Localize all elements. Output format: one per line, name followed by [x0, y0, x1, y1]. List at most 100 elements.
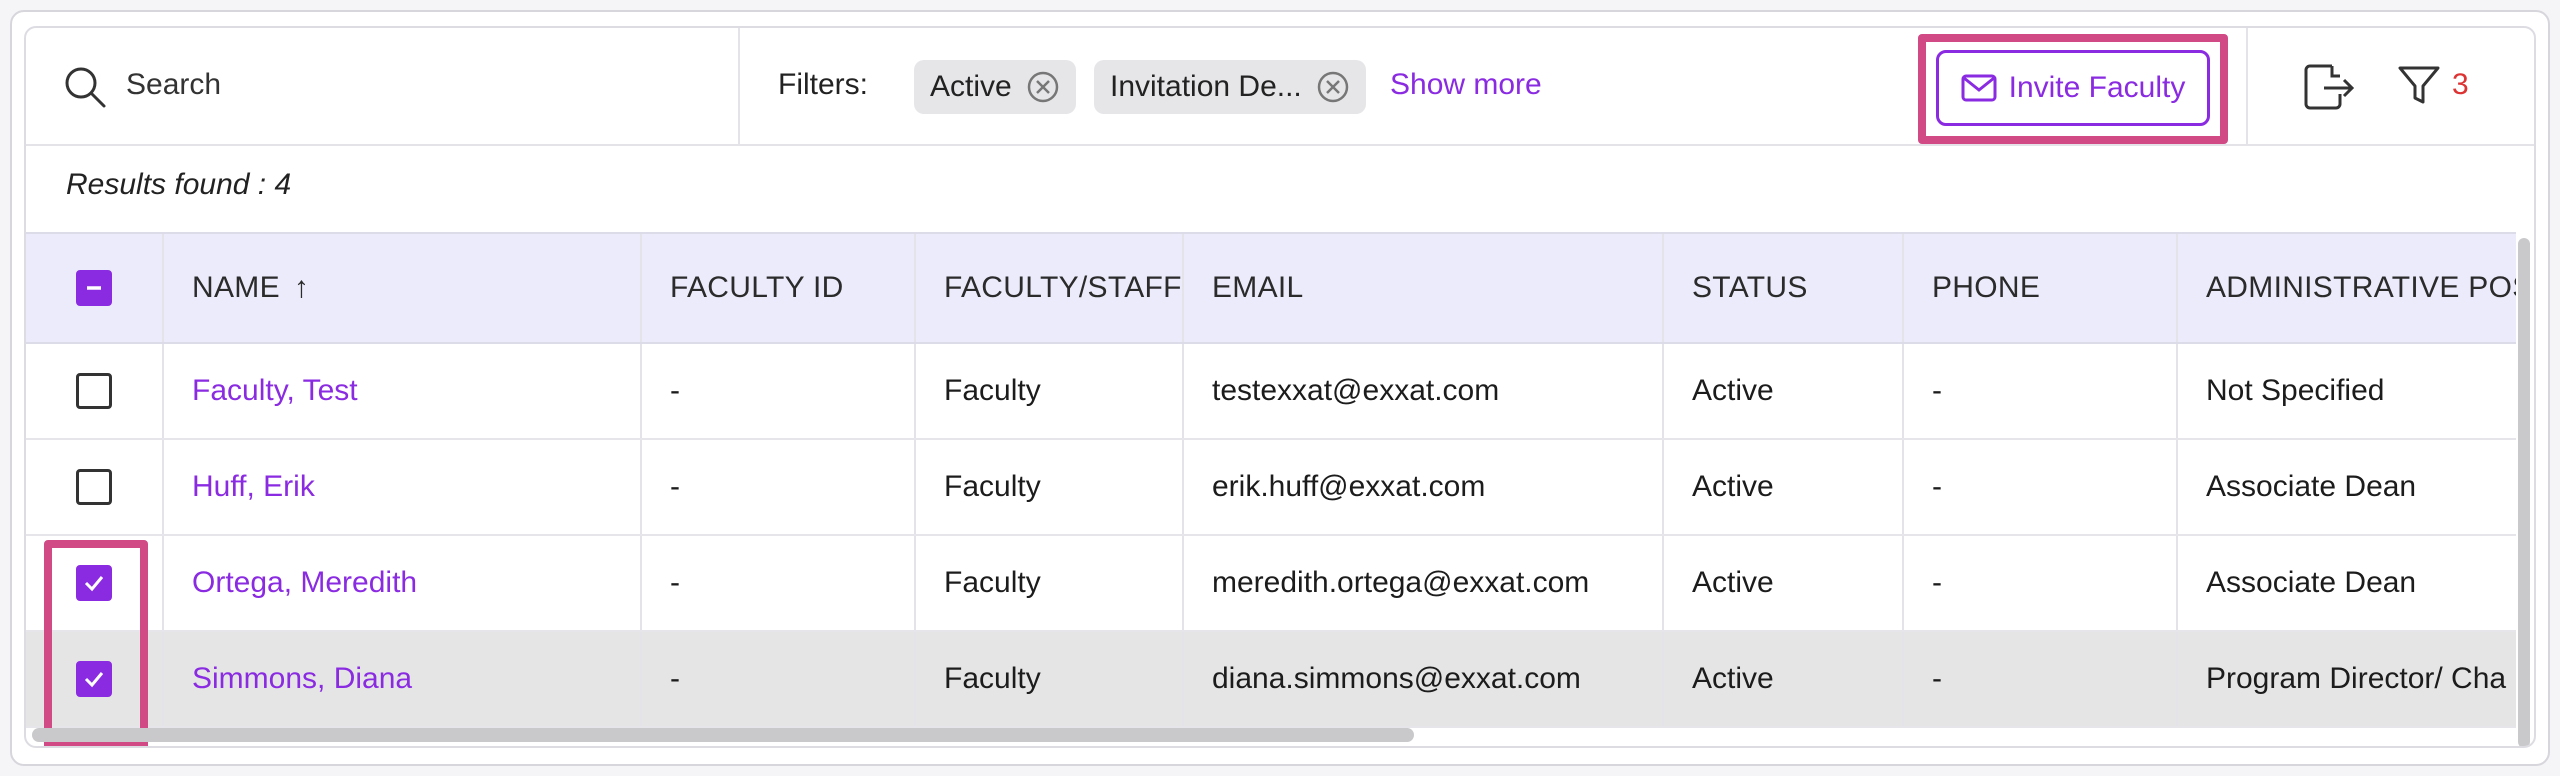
column-divider	[1662, 440, 1664, 534]
status-cell: Active	[1692, 566, 1774, 599]
phone-cell: -	[1932, 662, 1942, 695]
column-header-status[interactable]: STATUS	[1692, 234, 1892, 342]
faculty-staff-cell: Faculty	[944, 566, 1041, 599]
column-divider	[2176, 536, 2178, 630]
column-divider	[640, 632, 642, 726]
row-checkbox[interactable]	[76, 373, 112, 409]
row-select-cell	[26, 440, 162, 534]
column-header-name[interactable]: NAME ↑	[192, 234, 592, 342]
phone-cell: -	[1932, 566, 1942, 599]
column-divider	[1662, 632, 1664, 726]
column-divider	[1182, 440, 1184, 534]
column-divider	[914, 440, 916, 534]
vertical-scrollbar[interactable]	[2518, 238, 2530, 746]
column-divider	[1182, 632, 1184, 726]
column-header-label: NAME	[192, 271, 280, 304]
status-cell: Active	[1692, 662, 1774, 695]
search-icon	[65, 67, 106, 108]
column-divider	[914, 632, 916, 726]
results-count: Results found : 4	[66, 168, 292, 201]
column-header-faculty-staff[interactable]: FACULTY/STAFF	[944, 234, 1184, 342]
faculty-name-link[interactable]: Faculty, Test	[192, 344, 632, 438]
export-icon[interactable]	[2302, 62, 2358, 112]
invite-faculty-label: Invite Faculty	[2008, 71, 2186, 104]
show-more-link[interactable]: Show more	[1390, 68, 1542, 102]
row-select-cell	[26, 344, 162, 438]
table-row[interactable]: Faculty, Test - Faculty testexxat@exxat.…	[26, 344, 2516, 440]
table-header: NAME ↑ FACULTY ID FACULTY/STAFF EMAIL ST…	[26, 232, 2516, 344]
faculty-staff-cell: Faculty	[944, 470, 1041, 503]
column-divider	[640, 234, 642, 342]
administrative-position-cell: Associate Dean	[2206, 470, 2417, 503]
administrative-position-cell: Associate Dean	[2206, 566, 2417, 599]
faculty-name-link[interactable]: Huff, Erik	[192, 440, 632, 534]
faculty-id-cell: -	[670, 374, 680, 407]
faculty-id-cell: -	[670, 470, 680, 503]
column-divider	[914, 536, 916, 630]
administrative-position-cell: Program Director/ Cha	[2206, 662, 2507, 695]
invite-faculty-button[interactable]: Invite Faculty	[1936, 50, 2210, 126]
email-cell: testexxat@exxat.com	[1212, 374, 1500, 407]
faculty-name-link[interactable]: Simmons, Diana	[192, 632, 632, 726]
horizontal-scrollbar[interactable]	[32, 728, 1414, 742]
column-divider	[914, 234, 916, 342]
status-cell: Active	[1692, 470, 1774, 503]
column-divider	[1662, 344, 1664, 438]
faculty-id-cell: -	[670, 566, 680, 599]
phone-cell: -	[1932, 470, 1942, 503]
faculty-staff-cell: Faculty	[944, 662, 1041, 695]
filter-chip-label: Invitation De...	[1110, 70, 1302, 103]
column-divider	[1182, 536, 1184, 630]
column-divider	[1902, 632, 1904, 726]
select-all-cell	[26, 234, 162, 342]
column-divider	[1662, 234, 1664, 342]
column-divider	[640, 344, 642, 438]
column-header-label: FACULTY/STAFF	[944, 271, 1182, 304]
email-cell: diana.simmons@exxat.com	[1212, 662, 1581, 695]
filter-icon[interactable]	[2396, 62, 2442, 108]
filter-chip-active[interactable]: Active	[914, 60, 1076, 114]
column-divider	[914, 344, 916, 438]
row-checkbox[interactable]	[76, 469, 112, 505]
administrative-position-cell: Not Specified	[2206, 374, 2385, 407]
table-row[interactable]: Ortega, Meredith - Faculty meredith.orte…	[26, 536, 2516, 632]
search-box[interactable]: Search	[26, 28, 740, 144]
filter-chip-label: Active	[930, 70, 1012, 103]
column-divider	[162, 234, 164, 342]
column-divider	[2176, 344, 2178, 438]
faculty-table-card: Search Filters: Active Invitation De... …	[24, 26, 2536, 748]
column-divider	[1182, 344, 1184, 438]
email-cell: erik.huff@exxat.com	[1212, 470, 1486, 503]
column-header-label: EMAIL	[1212, 271, 1304, 304]
toolbar-divider	[2246, 28, 2248, 144]
remove-filter-icon[interactable]	[1316, 70, 1350, 104]
filter-chip-invitation[interactable]: Invitation De...	[1094, 60, 1366, 114]
column-header-email[interactable]: EMAIL	[1212, 234, 1652, 342]
column-header-label: STATUS	[1692, 271, 1808, 304]
column-header-faculty-id[interactable]: FACULTY ID	[670, 234, 910, 342]
search-input[interactable]: Search	[126, 68, 221, 102]
email-cell: meredith.ortega@exxat.com	[1212, 566, 1590, 599]
faculty-name-link[interactable]: Ortega, Meredith	[192, 536, 632, 630]
column-header-administrative-position[interactable]: ADMINISTRATIVE POSI	[2206, 234, 2516, 342]
filter-count-badge: 3	[2452, 68, 2469, 101]
table-row[interactable]: Huff, Erik - Faculty erik.huff@exxat.com…	[26, 440, 2516, 536]
toolbar: Search Filters: Active Invitation De... …	[26, 28, 2534, 146]
column-divider	[640, 440, 642, 534]
mail-icon	[1961, 74, 1997, 102]
column-divider	[1902, 536, 1904, 630]
select-all-checkbox[interactable]	[76, 270, 112, 306]
column-divider	[2176, 440, 2178, 534]
sort-ascending-icon: ↑	[293, 271, 310, 304]
column-header-phone[interactable]: PHONE	[1932, 234, 2152, 342]
remove-filter-icon[interactable]	[1026, 70, 1060, 104]
column-header-label: ADMINISTRATIVE POSI	[2206, 271, 2516, 304]
minus-icon	[87, 286, 101, 290]
column-divider	[162, 536, 164, 630]
status-cell: Active	[1692, 374, 1774, 407]
column-divider	[1662, 536, 1664, 630]
table-row[interactable]: Simmons, Diana - Faculty diana.simmons@e…	[26, 632, 2516, 728]
column-header-label: FACULTY ID	[670, 271, 844, 304]
column-divider	[1902, 344, 1904, 438]
column-header-label: PHONE	[1932, 271, 2041, 304]
